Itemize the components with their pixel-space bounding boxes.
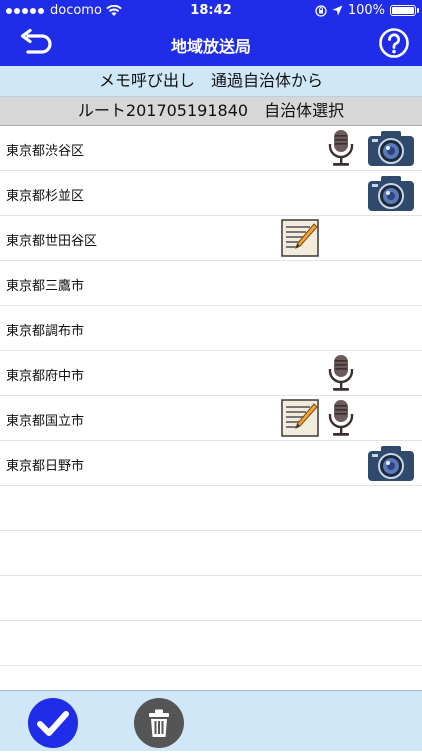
municipality-name: 東京都府中市	[6, 369, 85, 384]
municipality-name: 東京都杉並区	[6, 189, 85, 204]
municipality-name: 東京都日野市	[6, 459, 85, 474]
list-item	[0, 486, 422, 531]
microphone-icon[interactable]	[325, 399, 357, 437]
checkmark-icon	[28, 698, 78, 748]
page-title: 地域放送局	[170, 37, 251, 56]
delete-button[interactable]	[133, 697, 185, 749]
municipality-name: 東京都渋谷区	[6, 144, 85, 159]
confirm-button[interactable]	[27, 697, 79, 749]
list-item[interactable]: 東京都三鷹市	[0, 261, 422, 306]
municipality-name: 東京都世田谷区	[6, 234, 98, 249]
nav-bar: 地域放送局	[0, 22, 422, 66]
status-bar: docomo 18:42 100%	[0, 0, 422, 22]
list-item[interactable]: 東京都日野市	[0, 441, 422, 486]
camera-icon[interactable]	[367, 129, 415, 167]
camera-icon[interactable]	[367, 174, 415, 212]
trash-icon	[134, 698, 184, 748]
list-item[interactable]: 東京都調布市	[0, 306, 422, 351]
orientation-lock-icon	[315, 4, 327, 17]
microphone-icon[interactable]	[325, 354, 357, 392]
list-item[interactable]: 東京都世田谷区	[0, 216, 422, 261]
location-arrow-icon	[332, 5, 343, 16]
battery-percent: 100%	[347, 3, 385, 18]
list-item[interactable]: 東京都府中市	[0, 351, 422, 396]
list-item[interactable]: 東京都国立市	[0, 396, 422, 441]
list-item	[0, 576, 422, 621]
bottom-toolbar	[0, 690, 422, 751]
list-item[interactable]: 東京都渋谷区	[0, 126, 422, 171]
route-label: ルート201705191840 自治体選択	[0, 97, 422, 126]
memo-icon[interactable]	[281, 399, 319, 437]
list-item	[0, 621, 422, 666]
memo-icon[interactable]	[281, 219, 319, 257]
subtitle-band: メモ呼び出し 通過自治体から	[0, 66, 422, 97]
municipality-name: 東京都調布市	[6, 324, 85, 339]
battery-icon	[390, 5, 419, 16]
help-icon	[379, 28, 409, 58]
status-right: 100%	[315, 3, 419, 18]
help-button[interactable]	[378, 27, 410, 59]
municipality-name: 東京都国立市	[6, 414, 85, 429]
municipality-name: 東京都三鷹市	[6, 279, 85, 294]
list-item	[0, 531, 422, 576]
list-item[interactable]: 東京都杉並区	[0, 171, 422, 216]
camera-icon[interactable]	[367, 444, 415, 482]
microphone-icon[interactable]	[325, 129, 357, 167]
municipality-list: 東京都渋谷区 東京都杉並区 東京都世田谷区 東京都三鷹市 東京都調布市 東京都府中市	[0, 126, 422, 711]
